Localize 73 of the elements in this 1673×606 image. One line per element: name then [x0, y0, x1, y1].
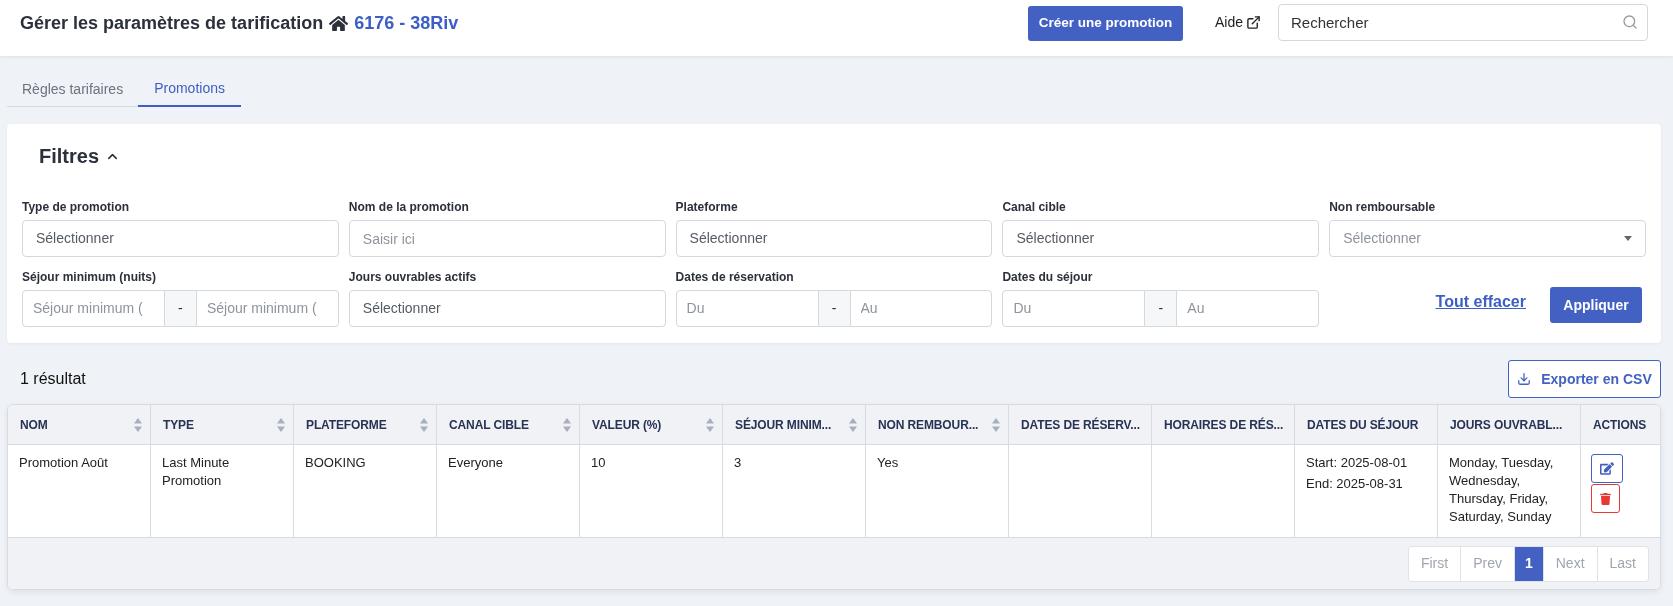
select-field[interactable]: Sélectionner — [22, 220, 339, 257]
field-label: Jours ouvrables actifs — [348, 270, 478, 285]
range-to-field[interactable]: Séjour minimum ( — [195, 290, 339, 327]
sort-icon — [277, 417, 285, 432]
field-label: Type de promotion — [22, 200, 131, 215]
clear-all-link[interactable]: Tout effacer — [1435, 290, 1526, 314]
house-icon — [329, 14, 349, 32]
field-label: Dates de réservation — [675, 270, 795, 285]
download-icon — [1517, 372, 1532, 386]
sort-icon — [849, 417, 857, 432]
field-label: Canal cible — [1002, 200, 1067, 215]
column-header: HORAIRES DE RÉS... — [1152, 405, 1295, 444]
table-cell-text: Monday, Tuesday, Wednesday, Thursday, Friday, Saturday, Sunday — [1449, 454, 1555, 526]
range-separator: - — [818, 290, 850, 327]
pagination-button[interactable]: 1 — [1513, 546, 1543, 581]
sort-icon — [134, 417, 142, 432]
field-label: Séjour minimum (nuits) — [22, 270, 157, 285]
column-header: ACTIONS — [1592, 416, 1648, 434]
column-header: DATES DE RÉSERV... — [1009, 405, 1152, 444]
edit-button[interactable] — [1591, 454, 1623, 483]
search-field[interactable]: Rechercher — [1278, 4, 1648, 41]
caret-down-icon — [1624, 236, 1632, 241]
page-title: Gérer les paramètres de tarification — [20, 12, 324, 35]
column-header[interactable]: VALEUR (%) — [580, 405, 723, 444]
create-promotion-button[interactable]: Créer une promotion — [1027, 5, 1183, 41]
search-icon — [1622, 14, 1638, 30]
help-link[interactable]: Aide — [1214, 12, 1261, 33]
column-header[interactable]: CANAL CIBLE — [437, 405, 580, 444]
range-from-field[interactable]: Séjour minimum ( — [22, 290, 165, 327]
table-cell-text: Promotion Août — [19, 454, 109, 472]
sort-icon — [420, 417, 428, 432]
table-cell-text: BOOKING — [305, 454, 367, 472]
text-field[interactable]: Saisir ici — [348, 220, 666, 257]
tab[interactable]: Règles tarifaires — [7, 72, 139, 107]
range-from-field[interactable]: Du — [1002, 290, 1146, 327]
field-label: Plateforme — [675, 200, 739, 215]
column-header[interactable]: NOM — [8, 405, 151, 444]
table-cell-text: Yes — [877, 454, 900, 472]
result-count: 1 résultat — [19, 369, 86, 389]
table-cell-text: 10 — [591, 454, 607, 472]
property-link[interactable]: 6176 - 38Riv — [354, 11, 459, 35]
range-to-field[interactable]: Au — [1176, 290, 1320, 327]
column-header[interactable]: TYPE — [151, 405, 294, 444]
select-field[interactable]: Sélectionner — [348, 290, 666, 327]
column-header: DATES DU SÉJOUR — [1295, 405, 1438, 444]
sort-icon — [992, 417, 1000, 432]
field-label: Dates du séjour — [1002, 270, 1094, 285]
apply-button[interactable]: Appliquer — [1550, 287, 1642, 323]
column-header[interactable]: NON REMBOUR... — [866, 405, 1009, 444]
delete-button[interactable] — [1591, 484, 1620, 513]
range-to-field[interactable]: Au — [849, 290, 993, 327]
sort-icon — [563, 417, 571, 432]
dropdown-field[interactable]: Sélectionner — [1329, 220, 1646, 257]
range-from-field[interactable]: Du — [675, 290, 819, 327]
table-cell-text: Everyone — [448, 454, 504, 472]
column-header[interactable]: SÉJOUR MINIM... — [723, 405, 866, 444]
field-label: Non remboursable — [1329, 200, 1437, 215]
table-cell-text: Start: 2025-08-01 End: 2025-08-31 — [1306, 454, 1409, 493]
column-header: JOURS OUVRABL... — [1438, 405, 1581, 444]
external-link-icon — [1246, 15, 1261, 30]
table-cell-text: 3 — [734, 454, 743, 472]
export-csv-button[interactable]: Exporter en CSV — [1508, 360, 1661, 398]
tab[interactable]: Promotions — [138, 72, 241, 107]
trash-icon — [1600, 492, 1611, 505]
range-separator: - — [164, 290, 196, 327]
select-field[interactable]: Sélectionner — [675, 220, 993, 257]
sort-icon — [706, 417, 714, 432]
field-label: Nom de la promotion — [348, 200, 470, 215]
select-field[interactable]: Sélectionner — [1002, 220, 1320, 257]
table-cell-text: Last Minute Promotion — [162, 454, 231, 490]
column-header[interactable]: PLATEFORME — [294, 405, 437, 444]
filters-title: Filtres — [39, 144, 100, 169]
range-separator: - — [1145, 290, 1177, 327]
